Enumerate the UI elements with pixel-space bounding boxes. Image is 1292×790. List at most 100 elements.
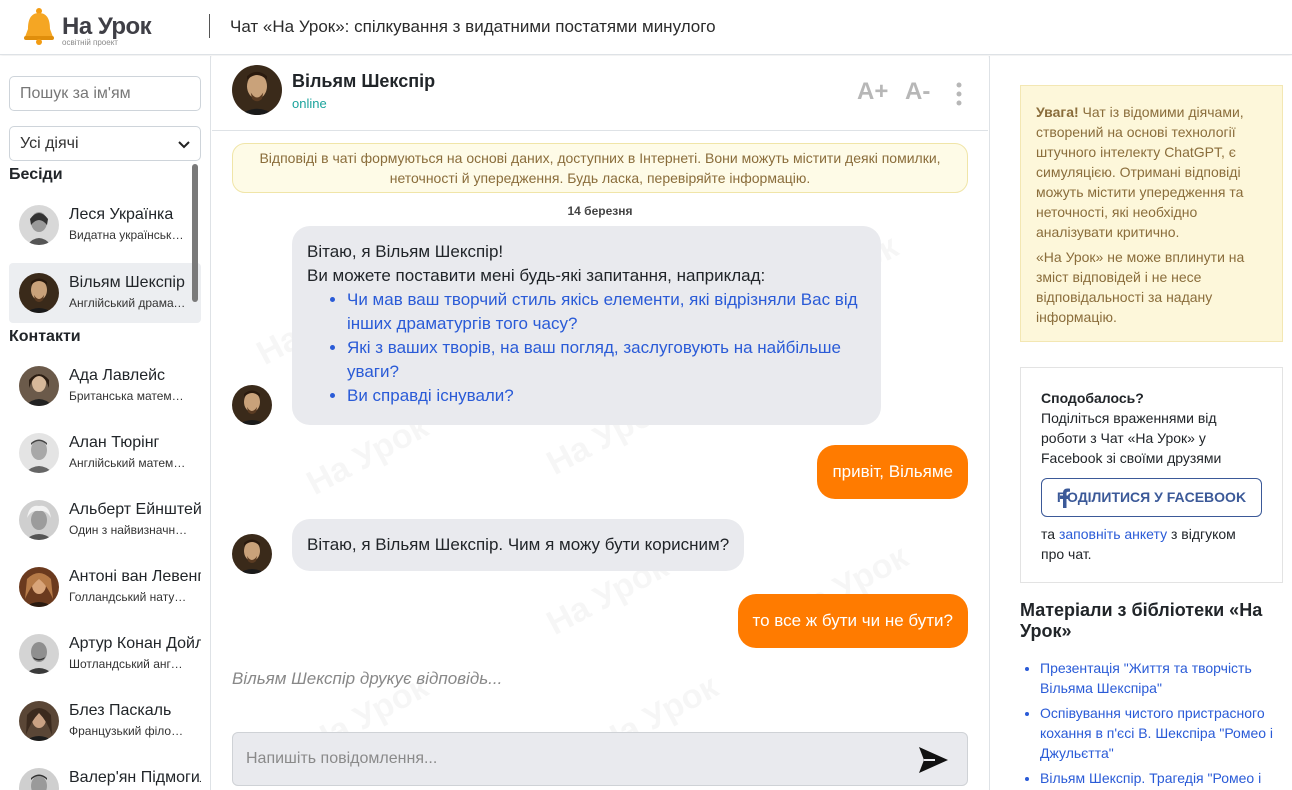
sidebar: Усі діячі Бесіди Леся Українка Видатна у… [0, 56, 211, 790]
contact-name: Ада Лавлейс [69, 367, 166, 384]
library-link[interactable]: Презентація "Життя та творчість Вільяма … [1040, 660, 1252, 696]
survey-link[interactable]: заповніть анкету [1059, 526, 1167, 542]
message-input-placeholder: Напишіть повідомлення... [246, 750, 438, 767]
share-box: Сподобалось? Поділіться враженнями від р… [1020, 367, 1283, 583]
contact-name: Алан Тюрінг [69, 434, 160, 451]
avatar [19, 500, 59, 540]
filter-select-value: Усі діячі [20, 135, 79, 152]
message-avatar [232, 534, 272, 574]
font-decrease-button[interactable]: A- [905, 78, 930, 106]
warning-text: Чат із відомими діячами, створений на ос… [1036, 104, 1244, 240]
filter-select[interactable]: Усі діячі [9, 126, 201, 161]
library-link[interactable]: Вільям Шекспір. Трагедія "Ромео і Джульє… [1040, 770, 1261, 790]
contact-item-turing[interactable]: Алан Тюрінг Англійський математик [9, 423, 201, 483]
message-text: Вітаю, я Вільям Шекспір! [307, 242, 504, 261]
online-status: online [292, 96, 327, 111]
library-item[interactable]: Вільям Шекспір. Трагедія "Ромео і Джульє… [1040, 768, 1283, 790]
suggestion-link[interactable]: Ви справді існували? [347, 386, 514, 405]
send-icon[interactable] [917, 745, 949, 775]
feedback-text: та заповніть анкету з відгуком про чат. [1041, 524, 1262, 564]
contact-item-ada[interactable]: Ада Лавлейс Британська математикиня [9, 356, 201, 416]
contact-name: Блез Паскаль [69, 702, 172, 719]
logo-subtitle: освітній проект [62, 38, 118, 47]
more-menu-icon[interactable] [954, 82, 964, 106]
conversations-title: Бесіди [9, 166, 63, 183]
chat-header: Вільям Шекспір online A+ A- [212, 56, 988, 131]
conversation-item-lesya[interactable]: Леся Українка Видатна українська поетеса [9, 195, 201, 255]
warning-box: Увага! Чат із відомими діячами, створени… [1020, 85, 1283, 342]
contact-name: Вільям Шекспір [69, 274, 185, 291]
library-item[interactable]: Оспівування чистого пристрасного кохання… [1040, 703, 1283, 763]
library-list: Презентація "Життя та творчість Вільяма … [1040, 658, 1283, 790]
bot-message: Вітаю, я Вільям Шекспір. Чим я можу бути… [292, 519, 745, 571]
contact-description: Шотландський англомовний письменник [69, 657, 189, 671]
contact-name: Антоні ван Левенгук [69, 568, 201, 585]
contact-name: Валер'ян Підмогильний [69, 769, 201, 786]
avatar [19, 768, 59, 790]
contact-description: Голландський натураліст [69, 590, 189, 604]
library-link[interactable]: Оспівування чистого пристрасного кохання… [1040, 705, 1273, 761]
chat-disclaimer: Відповіді в чаті формуються на основі да… [232, 143, 968, 193]
top-header: На Урок освітній проект Чат «На Урок»: с… [0, 0, 1292, 55]
contact-name: Артур Конан Дойл [69, 635, 201, 652]
date-separator: 14 березня [567, 204, 633, 218]
page-title: Чат «На Урок»: спілкування з видатними п… [230, 17, 716, 36]
message-text: Вітаю, я Вільям Шекспір. Чим я можу бути… [307, 535, 730, 554]
facebook-share-button[interactable]: ПОДІЛИТИСЯ У FACEBOOK [1041, 478, 1262, 517]
suggestion-list: Чи мав ваш творчий стиль якісь елементи,… [347, 288, 866, 408]
right-panel: Увага! Чат із відомими діячами, створени… [989, 56, 1292, 790]
chat-avatar [232, 65, 282, 115]
message-input[interactable]: Напишіть повідомлення... [232, 732, 968, 786]
bell-logo-icon [24, 8, 54, 45]
warning-text-2: «На Урок» не може вплинути на зміст відп… [1036, 249, 1245, 325]
disclaimer-line: неточності й упередження. Будь ласка, пе… [389, 170, 811, 186]
avatar [19, 205, 59, 245]
share-text: Поділіться враженнями від роботи з Чат «… [1041, 410, 1222, 466]
contact-item-pidmohylnyi[interactable]: Валер'ян Підмогильний [9, 758, 201, 790]
contact-description: Британська математикиня [69, 389, 189, 403]
chevron-down-icon [178, 141, 190, 149]
avatar [19, 433, 59, 473]
suggestion-link[interactable]: Які з ваших творів, на ваш погляд, заслу… [347, 338, 841, 381]
suggestion-item[interactable]: Які з ваших творів, на ваш погляд, заслу… [347, 336, 866, 384]
user-message: привіт, Вільяме [817, 445, 968, 499]
user-message: то все ж бути чи не бути? [737, 594, 968, 648]
search-input[interactable] [9, 76, 201, 111]
library-item[interactable]: Презентація "Життя та творчість Вільяма … [1040, 658, 1283, 698]
avatar [19, 366, 59, 406]
site-logo[interactable]: На Урок освітній проект [22, 7, 152, 47]
avatar [19, 567, 59, 607]
contacts-title: Контакти [9, 328, 81, 345]
contact-item-einstein[interactable]: Альберт Ейнштейн Один з найвизначніших ф… [9, 490, 201, 550]
contact-name: Леся Українка [69, 206, 174, 223]
contact-description: Англійський драматург [69, 296, 189, 310]
suggestion-item[interactable]: Чи мав ваш творчий стиль якісь елементи,… [347, 288, 866, 336]
contact-item-conan-doyle[interactable]: Артур Конан Дойл Шотландський англомовни… [9, 624, 201, 684]
contact-item-pascal[interactable]: Блез Паскаль Французький філософ [9, 691, 201, 751]
contact-item-leeuwenhoek[interactable]: Антоні ван Левенгук Голландський натурал… [9, 557, 201, 617]
suggestion-link[interactable]: Чи мав ваш творчий стиль якісь елементи,… [347, 290, 858, 333]
conversation-item-shakespeare[interactable]: Вільям Шекспір Англійський драматург [9, 263, 201, 323]
header-divider [209, 14, 210, 38]
chat-contact-name: Вільям Шекспір [292, 71, 436, 91]
share-title: Сподобалось? [1041, 390, 1144, 406]
contact-description: Французький філософ [69, 724, 189, 738]
contact-description: Один з найвизначніших фізиків [69, 523, 189, 537]
logo-name: На Урок [62, 13, 152, 40]
message-text: Ви можете поставити мені будь-які запита… [307, 266, 766, 285]
avatar [19, 634, 59, 674]
bot-message: Вітаю, я Вільям Шекспір! Ви можете поста… [292, 226, 881, 425]
chat-panel: На Урок На Урок На Урок На Урок На Урок … [212, 56, 988, 790]
font-increase-button[interactable]: A+ [857, 78, 888, 106]
disclaimer-line: Відповіді в чаті формуються на основі да… [259, 150, 941, 166]
suggestion-item[interactable]: Ви справді існували? [347, 384, 866, 408]
facebook-share-label: ПОДІЛИТИСЯ У FACEBOOK [1056, 489, 1247, 505]
library-title: Матеріали з бібліотеки «На Урок» [1020, 600, 1263, 641]
sidebar-scrollbar[interactable] [192, 164, 198, 302]
contact-name: Альберт Ейнштейн [69, 501, 201, 518]
warning-title: Увага! [1036, 104, 1079, 120]
message-avatar [232, 385, 272, 425]
avatar [19, 273, 59, 313]
contact-description: Англійський математик [69, 456, 189, 470]
typing-indicator: Вільям Шекспір друкує відповідь... [232, 669, 503, 688]
